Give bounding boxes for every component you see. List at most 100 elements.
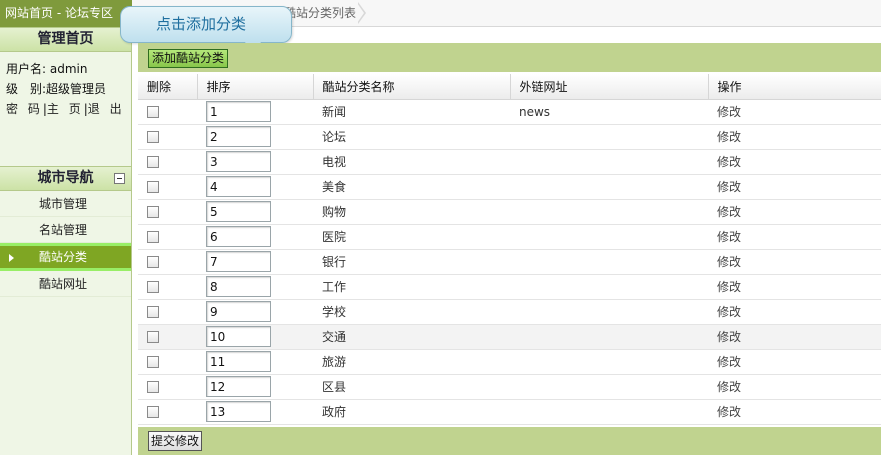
delete-checkbox[interactable] (147, 281, 159, 293)
external-link (510, 299, 708, 325)
sidebar-nav-label: 城市管理 (39, 197, 88, 211)
edit-link[interactable]: 修改 (717, 380, 741, 394)
category-table: 删除 排序 酷站分类名称 外链网址 操作 新闻news修改论坛修改电视修改美食修… (138, 74, 881, 425)
sidebar-nav-item[interactable]: 酷站分类 (0, 243, 131, 271)
home-link[interactable]: 网站首页 (5, 6, 53, 20)
level-value: 超级管理员 (46, 82, 107, 96)
home-page-link[interactable]: 主 页 (47, 102, 84, 116)
category-name: 区县 (313, 374, 510, 400)
table-row: 旅游 修改 (138, 349, 881, 375)
edit-link[interactable]: 修改 (717, 405, 741, 419)
delete-checkbox[interactable] (147, 131, 159, 143)
username-value: admin (49, 62, 88, 76)
external-link (510, 374, 708, 400)
table-header-row: 删除 排序 酷站分类名称 外链网址 操作 (138, 74, 881, 100)
delete-checkbox[interactable] (147, 231, 159, 243)
order-input[interactable] (206, 126, 271, 147)
sidebar: 管理首页 用户名: admin 级 别:超级管理员 密 码|主 页|退 出 城市… (0, 27, 132, 455)
delete-checkbox[interactable] (147, 181, 159, 193)
order-input[interactable] (206, 401, 271, 422)
category-name: 交通 (313, 324, 510, 350)
edit-link[interactable]: 修改 (717, 130, 741, 144)
table-row: 银行 修改 (138, 249, 881, 275)
logout-link[interactable]: 退 出 (88, 102, 125, 116)
external-link (510, 349, 708, 375)
city-nav-header[interactable]: 城市导航 (0, 166, 131, 191)
edit-link[interactable]: 修改 (717, 330, 741, 344)
table-row: 区县 修改 (138, 374, 881, 400)
edit-link[interactable]: 修改 (717, 255, 741, 269)
delete-checkbox[interactable] (147, 356, 159, 368)
add-category-tooltip: 点击添加分类 (120, 6, 292, 43)
category-name: 购物 (313, 199, 510, 225)
sidebar-nav-item[interactable]: 名站管理 (0, 217, 131, 243)
category-name: 旅游 (313, 349, 510, 375)
category-name: 工作 (313, 274, 510, 300)
sidebar-nav-item[interactable]: 城市管理 (0, 191, 131, 217)
order-input[interactable] (206, 226, 271, 247)
order-input[interactable] (206, 251, 271, 272)
order-input[interactable] (206, 376, 271, 397)
delete-checkbox[interactable] (147, 406, 159, 418)
order-input[interactable] (206, 176, 271, 197)
forum-link[interactable]: 论坛专区 (65, 6, 113, 20)
external-link (510, 174, 708, 200)
table-row: 交通 修改 (138, 324, 881, 350)
table-row: 美食 修改 (138, 174, 881, 200)
col-action: 操作 (708, 74, 881, 100)
order-input[interactable] (206, 276, 271, 297)
city-nav-title: 城市导航 (37, 170, 94, 186)
category-name: 电视 (313, 149, 510, 175)
delete-checkbox[interactable] (147, 381, 159, 393)
password-link[interactable]: 密 码 (6, 102, 43, 116)
order-input[interactable] (206, 301, 271, 322)
order-input[interactable] (206, 351, 271, 372)
external-link (510, 149, 708, 175)
edit-link[interactable]: 修改 (717, 205, 741, 219)
category-name: 银行 (313, 249, 510, 275)
edit-link[interactable]: 修改 (717, 355, 741, 369)
collapse-icon[interactable] (114, 173, 125, 184)
table-row: 医院 修改 (138, 224, 881, 250)
sidebar-nav-item[interactable]: 酷站网址 (0, 271, 131, 297)
edit-link[interactable]: 修改 (717, 305, 741, 319)
category-name: 政府 (313, 399, 510, 425)
edit-link[interactable]: 修改 (717, 180, 741, 194)
delete-checkbox[interactable] (147, 331, 159, 343)
order-input[interactable] (206, 326, 271, 347)
order-input[interactable] (206, 201, 271, 222)
sidebar-nav-label: 名站管理 (39, 223, 88, 237)
delete-checkbox[interactable] (147, 206, 159, 218)
table-row: 新闻news 修改 (138, 99, 881, 125)
order-input[interactable] (206, 101, 271, 122)
delete-checkbox[interactable] (147, 306, 159, 318)
category-name: 学校 (313, 299, 510, 325)
col-link: 外链网址 (510, 74, 709, 100)
delete-checkbox[interactable] (147, 156, 159, 168)
table-row: 购物 修改 (138, 199, 881, 225)
category-name: 医院 (313, 224, 510, 250)
edit-link[interactable]: 修改 (717, 155, 741, 169)
table-row: 学校 修改 (138, 299, 881, 325)
table-row: 电视 修改 (138, 149, 881, 175)
edit-link[interactable]: 修改 (717, 280, 741, 294)
level-label: 级 别: (6, 82, 47, 96)
admin-home-header[interactable]: 管理首页 (0, 27, 131, 52)
external-link (510, 199, 708, 225)
user-links: 密 码|主 页|退 出 (6, 102, 125, 116)
add-category-button[interactable]: 添加酷站分类 (148, 49, 229, 68)
external-link (510, 249, 708, 275)
delete-checkbox[interactable] (147, 106, 159, 118)
category-name: 新闻 (313, 99, 510, 125)
delete-checkbox[interactable] (147, 256, 159, 268)
user-info: 用户名: admin 级 别:超级管理员 密 码|主 页|退 出 (0, 52, 131, 166)
bottom-bar: 提交修改 (138, 427, 881, 455)
edit-link[interactable]: 修改 (717, 105, 741, 119)
active-arrow-icon (9, 254, 14, 262)
edit-link[interactable]: 修改 (717, 230, 741, 244)
order-input[interactable] (206, 151, 271, 172)
table-row: 论坛 修改 (138, 124, 881, 150)
col-name: 酷站分类名称 (313, 74, 511, 100)
external-link (510, 324, 708, 350)
submit-changes-button[interactable]: 提交修改 (148, 431, 203, 451)
